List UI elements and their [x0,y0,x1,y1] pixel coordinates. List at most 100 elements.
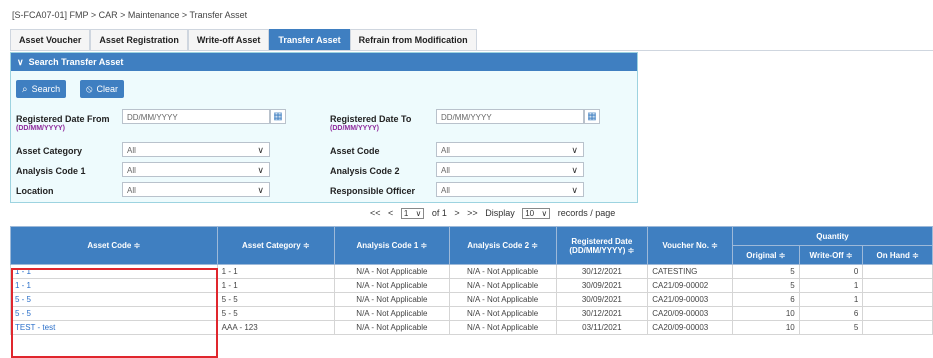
chevron-down-icon: ∨ [571,145,578,155]
search-panel: ∨ Search Transfer Asset ⌕ Search ⦸ Clear R… [10,52,638,203]
chevron-down-icon: ∨ [571,165,578,175]
chevron-down-icon: ∨ [257,165,264,175]
col-registered-date[interactable]: Registered Date (DD/MM/YYYY) ≑ [555,226,649,265]
on-hand-cell [862,306,933,321]
analysis-code1-cell: N/A - Not Applicable [334,320,450,335]
col-analysis-code2[interactable]: Analysis Code 2 ≑ [448,226,557,265]
asset-code-link[interactable]: 5 - 5 [10,306,218,321]
responsible-officer-label: Responsible Officer [330,186,416,196]
analysis-code1-label: Analysis Code 1 [16,166,86,176]
original-cell: 10 [732,320,800,335]
col-write-off[interactable]: Write-Off ≑ [798,245,864,265]
location-select[interactable]: All ∨ [122,182,270,197]
chevron-down-icon: ∨ [571,185,578,195]
asset-code-link[interactable]: 1 - 1 [10,264,218,279]
location-label: Location [16,186,54,196]
asset-code-select[interactable]: All ∨ [436,142,584,157]
registered-date-cell: 30/09/2021 [555,292,649,307]
write-off-cell: 1 [798,292,864,307]
last-page-button[interactable]: >> [467,208,478,218]
registered-date-cell: 30/12/2021 [555,306,649,321]
calendar-icon[interactable]: ▦ [584,109,600,124]
voucher-no-cell: CA20/09-00003 [647,320,734,335]
pagination: << < 1 ∨ of 1 > >> Display 10 ∨ records … [370,208,620,219]
on-hand-cell [862,292,933,307]
search-panel-header[interactable]: ∨ Search Transfer Asset [11,53,637,71]
reg-date-to-format: (DD/MM/YYYY) [330,125,379,132]
table-row: 1 - 1 1 - 1 N/A - Not Applicable N/A - N… [10,264,933,279]
reg-date-to-label: Registered Date To (DD/MM/YYYY) [330,114,412,132]
analysis-code1-cell: N/A - Not Applicable [334,306,450,321]
first-page-button[interactable]: << [370,208,381,218]
tab-divider [10,50,933,51]
clear-icon: ⦸ [86,84,93,95]
table-row: 5 - 5 5 - 5 N/A - Not Applicable N/A - N… [10,306,933,321]
breadcrumb: [S-FCA07-01] FMP > CAR > Maintenance > T… [12,10,248,20]
original-cell: 5 [732,278,800,293]
analysis-code1-cell: N/A - Not Applicable [334,292,450,307]
col-original[interactable]: Original ≑ [732,245,800,265]
chevron-down-icon: ∨ [17,57,24,67]
original-cell: 10 [732,306,800,321]
responsible-officer-select[interactable]: All ∨ [436,182,584,197]
asset-code-link[interactable]: 5 - 5 [10,292,218,307]
col-quantity: Quantity [732,226,933,246]
search-icon: ⌕ [22,84,28,95]
analysis-code2-select[interactable]: All ∨ [436,162,584,177]
asset-category-label: Asset Category [16,146,83,156]
page-select[interactable]: 1 ∨ [400,208,425,219]
write-off-cell: 5 [798,320,864,335]
tab-transfer-asset[interactable]: Transfer Asset [269,29,350,50]
asset-category-cell: 5 - 5 [216,292,336,307]
table-row: 1 - 1 1 - 1 N/A - Not Applicable N/A - N… [10,278,933,293]
voucher-no-cell: CA21/09-00002 [647,278,734,293]
original-cell: 5 [732,264,800,279]
col-asset-code[interactable]: Asset Code ≑ [10,226,218,265]
asset-code-link[interactable]: TEST - test [10,320,218,335]
asset-code-link[interactable]: 1 - 1 [10,278,218,293]
reg-date-from-format: (DD/MM/YYYY) [16,125,65,132]
chevron-down-icon: ∨ [257,145,264,155]
prev-page-button[interactable]: < [388,208,393,218]
reg-date-to-input[interactable]: DD/MM/YYYY [436,109,584,124]
records-per-page-select[interactable]: 10 ∨ [522,208,551,219]
col-voucher-no[interactable]: Voucher No. ≑ [647,226,734,265]
calendar-icon[interactable]: ▦ [270,109,286,124]
next-page-button[interactable]: > [454,208,459,218]
analysis-code2-cell: N/A - Not Applicable [448,292,557,307]
analysis-code2-cell: N/A - Not Applicable [448,320,557,335]
analysis-code2-cell: N/A - Not Applicable [448,278,557,293]
tab-bar: Asset Voucher Asset Registration Write-o… [10,29,477,50]
analysis-code2-cell: N/A - Not Applicable [448,264,557,279]
asset-category-select[interactable]: All ∨ [122,142,270,157]
page-count: of 1 [431,208,447,218]
col-analysis-code1[interactable]: Analysis Code 1 ≑ [334,226,450,265]
analysis-code1-cell: N/A - Not Applicable [334,264,450,279]
registered-date-cell: 30/09/2021 [555,278,649,293]
analysis-code2-cell: N/A - Not Applicable [448,306,557,321]
tab-write-off-asset[interactable]: Write-off Asset [187,29,270,50]
on-hand-cell [862,320,933,335]
voucher-no-cell: CA21/09-00003 [647,292,734,307]
on-hand-cell [862,264,933,279]
voucher-no-cell: CA20/09-00003 [647,306,734,321]
write-off-cell: 1 [798,278,864,293]
original-cell: 6 [732,292,800,307]
asset-category-cell: AAA - 123 [216,320,336,335]
analysis-code1-select[interactable]: All ∨ [122,162,270,177]
tab-asset-voucher[interactable]: Asset Voucher [10,29,91,50]
col-on-hand[interactable]: On Hand ≑ [862,245,933,265]
reg-date-from-input[interactable]: DD/MM/YYYY [122,109,270,124]
tab-asset-registration[interactable]: Asset Registration [90,29,188,50]
write-off-cell: 0 [798,264,864,279]
write-off-cell: 6 [798,306,864,321]
table-row: TEST - test AAA - 123 N/A - Not Applicab… [10,320,933,335]
tab-refrain-from-modification[interactable]: Refrain from Modification [349,29,477,50]
col-asset-category[interactable]: Asset Category ≑ [216,226,336,265]
registered-date-cell: 03/11/2021 [555,320,649,335]
asset-table: Asset Code ≑ Asset Category ≑ Analysis C… [10,226,933,335]
chevron-down-icon: ∨ [257,185,264,195]
search-button[interactable]: ⌕ Search [16,80,67,98]
on-hand-cell [862,278,933,293]
clear-button[interactable]: ⦸ Clear [80,80,125,98]
